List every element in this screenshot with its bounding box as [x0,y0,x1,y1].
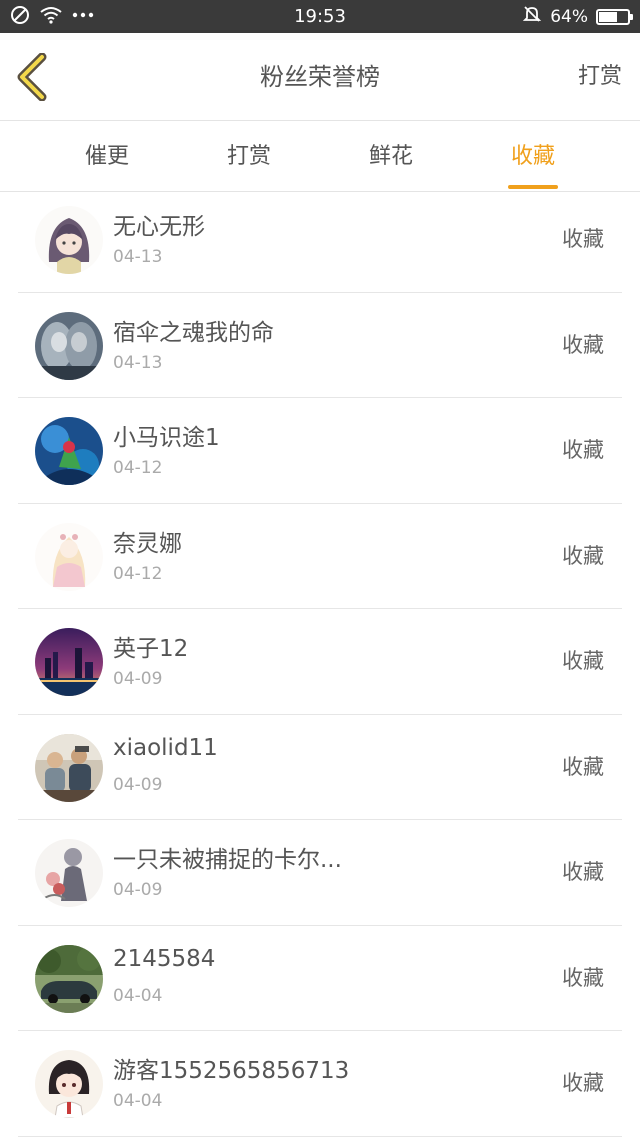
item-type: 收藏 [562,438,604,462]
list-item[interactable]: 小马识途1 04-12 收藏 [18,398,622,504]
item-date: 04-13 [113,247,163,267]
avatar [35,1050,103,1118]
user-name: 无心无形 [113,214,205,240]
tab-label: 鲜花 [368,144,413,169]
item-date: 04-04 [113,985,163,1006]
item-date: 04-12 [113,458,163,478]
item-date: 04-13 [113,352,163,373]
avatar [35,417,103,485]
tab-bar: 催更 打赏 鲜花 收藏 [0,122,640,192]
avatar [35,522,103,591]
avatar [35,944,103,1013]
item-type: 收藏 [562,965,604,990]
tab-favorites[interactable]: 收藏 [473,122,593,192]
user-name: 英子12 [113,636,189,662]
list-item[interactable]: 宿伞之魂我的命 04-13 收藏 [18,293,622,398]
user-name: 一只未被捕捉的卡尔... [113,847,342,873]
tab-flowers[interactable]: 鲜花 [331,122,451,192]
tab-label: 收藏 [510,144,555,169]
item-type: 收藏 [562,860,604,884]
battery-percent: 64% [550,6,588,27]
tab-reward[interactable]: 打赏 [189,122,309,192]
user-name: 奈灵娜 [113,530,182,557]
list-item[interactable]: xiaolid11 04-09 收藏 [18,715,622,820]
user-name: 宿伞之魂我的命 [113,319,274,346]
list-item[interactable]: 游客1552565856713 04-04 收藏 [18,1031,622,1137]
battery-icon [596,8,633,25]
back-button[interactable] [12,52,56,102]
avatar [35,628,103,696]
item-type: 收藏 [562,754,604,779]
item-type: 收藏 [562,1071,604,1095]
nav-bar: 粉丝荣誉榜 打赏 [0,33,640,121]
status-bar: 19:53 64% [0,0,640,33]
list-item[interactable]: 英子12 04-09 收藏 [18,609,622,715]
item-date: 04-09 [113,880,163,900]
item-type: 收藏 [562,649,604,673]
user-name: 游客1552565856713 [113,1058,350,1084]
list-item[interactable]: 无心无形 04-13 收藏 [18,187,622,293]
reward-button[interactable]: 打赏 [578,33,622,121]
item-date: 04-09 [113,774,163,795]
user-name: 小马识途1 [113,425,220,451]
battery-fill [599,11,617,22]
user-name: xiaolid11 [113,734,218,761]
page-title: 粉丝荣誉榜 [260,63,380,91]
mute-bell-icon [522,4,542,29]
tab-label: 打赏 [226,144,271,169]
fan-list: 无心无形 04-13 收藏 宿伞之魂我的命 04-13 收藏 小马识途1 04-… [18,187,622,1137]
tab-label: 催更 [84,144,129,169]
list-item[interactable]: 一只未被捕捉的卡尔... 04-09 收藏 [18,820,622,926]
avatar [35,206,103,274]
list-item[interactable]: 奈灵娜 04-12 收藏 [18,504,622,609]
item-type: 收藏 [562,332,604,357]
item-type: 收藏 [562,227,604,251]
avatar [35,733,103,802]
item-date: 04-09 [113,669,163,689]
list-item[interactable]: 2145584 04-04 收藏 [18,926,622,1031]
chevron-left-icon [12,52,56,105]
status-right-icons: 64% [522,0,633,33]
avatar [35,839,103,907]
item-type: 收藏 [562,543,604,568]
item-date: 04-04 [113,1091,163,1111]
item-date: 04-12 [113,563,163,584]
user-name: 2145584 [113,945,216,972]
tab-urge[interactable]: 催更 [47,122,167,192]
avatar [35,311,103,380]
